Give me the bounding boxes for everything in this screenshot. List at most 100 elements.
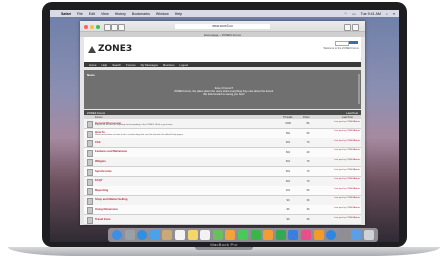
- forum-name[interactable]: Shop and Market Selling: [95, 197, 127, 201]
- minimize-window-button[interactable]: [90, 25, 94, 29]
- maps-icon[interactable]: [212, 230, 223, 240]
- menu-file[interactable]: File: [77, 12, 83, 16]
- dock: [108, 228, 378, 242]
- forum-row[interactable]: General Discussion A place for discussion…: [84, 119, 361, 129]
- forum-last-post[interactable]: Last post by ZONE3Admin: [324, 217, 360, 220]
- menubar-status-area: ◠ ▭ Tue 9:41 AM ⌕ ≡: [339, 10, 395, 17]
- forum-thread-count: 101: [285, 189, 291, 193]
- forum-folder-icon: [87, 130, 93, 138]
- forum-folder-icon: [87, 149, 93, 157]
- forum-post-count: 70: [306, 179, 310, 183]
- nav-search[interactable]: Search: [112, 63, 121, 67]
- menu-edit[interactable]: Edit: [89, 12, 95, 16]
- trash-icon[interactable]: [364, 230, 374, 240]
- forum-last-post[interactable]: Last post by ZONE3Admin: [324, 169, 360, 172]
- new-tab-button[interactable]: [352, 24, 359, 31]
- facetime-icon[interactable]: [250, 230, 261, 240]
- app-store-icon[interactable]: [326, 230, 337, 240]
- messages-icon[interactable]: [238, 230, 248, 240]
- finder-icon[interactable]: [112, 230, 122, 240]
- pages-icon[interactable]: [263, 230, 274, 240]
- forum-post-count: 50: [306, 189, 310, 193]
- reminders-icon[interactable]: [200, 230, 211, 240]
- itunes-icon[interactable]: [301, 230, 311, 240]
- forum-name[interactable]: Features and Mainmenu: [95, 149, 127, 153]
- forum-last-post[interactable]: Last post by ZONE3Admin: [324, 149, 360, 152]
- forum-last-post[interactable]: Last post by ZONE3Admin: [324, 197, 360, 200]
- contacts-icon[interactable]: [162, 230, 173, 240]
- system-preferences-icon[interactable]: [338, 230, 349, 240]
- forum-last-post[interactable]: Last post by ZONE3Admin: [324, 159, 360, 162]
- forum-name[interactable]: Widgets: [95, 159, 106, 163]
- news-scrollbar[interactable]: [358, 74, 360, 104]
- menu-help[interactable]: Help: [175, 12, 182, 16]
- forum-name[interactable]: Travel Zone: [95, 217, 111, 221]
- forum-last-post[interactable]: Last post by ZONE3Admin: [324, 121, 360, 124]
- forward-button[interactable]: [111, 24, 118, 31]
- menu-app-name[interactable]: Safari: [61, 12, 71, 16]
- forum-last-post[interactable]: Last post by ZONE3Admin: [324, 140, 360, 143]
- forum-last-post[interactable]: Last post by ZONE3Admin: [324, 130, 360, 133]
- nav-my-messages[interactable]: My Messages: [141, 63, 158, 67]
- nav-home[interactable]: Home: [89, 63, 96, 67]
- forum-folder-icon: [87, 197, 93, 205]
- forum-name[interactable]: Synchronize: [95, 169, 112, 173]
- forum-thread-count: 301: [285, 170, 291, 173]
- menu-history[interactable]: History: [115, 12, 126, 16]
- forum-row[interactable]: How To Share instructions on how to do a …: [84, 128, 361, 139]
- share-button[interactable]: [344, 24, 351, 31]
- forum-row[interactable]: Using Dimension 90 30 Last post by ZONE3Adm…: [84, 205, 361, 216]
- forum-row[interactable]: Reporting 101 50 Last post by ZONE3Admin: [84, 186, 361, 197]
- laptop-brand-label: MacBook Pro: [210, 242, 238, 247]
- calendar-icon[interactable]: [175, 230, 185, 240]
- launchpad-icon[interactable]: [124, 230, 135, 240]
- forum-last-post[interactable]: Last post by ZONE3Admin: [324, 207, 360, 210]
- menu-view[interactable]: View: [101, 12, 109, 16]
- battery-icon[interactable]: ▭: [352, 12, 355, 16]
- login-input[interactable]: [335, 41, 349, 46]
- menu-window[interactable]: Window: [156, 12, 169, 16]
- forum-thread-count: 90: [286, 218, 290, 221]
- notes-icon[interactable]: [187, 230, 198, 240]
- login-button[interactable]: [349, 41, 358, 44]
- nav-help[interactable]: Help: [101, 63, 107, 67]
- sidebar-toggle-button[interactable]: [118, 24, 125, 31]
- nav-members[interactable]: Members: [163, 63, 175, 67]
- forum-folder-icon: [87, 169, 93, 176]
- forum-row[interactable]: Features and Mainmenu 301 40 Last post by Z…: [84, 147, 361, 158]
- forum-row[interactable]: Chit 301 70 Last post by ZONE3Admin: [84, 138, 361, 149]
- safari-icon[interactable]: [137, 230, 148, 240]
- keynote-icon[interactable]: [288, 230, 299, 240]
- photos-icon[interactable]: [225, 230, 236, 240]
- forum-name[interactable]: FAQY: [95, 178, 103, 182]
- address-bar[interactable]: www.zone3.co: [175, 24, 270, 29]
- site-logo[interactable]: ZONE3: [98, 44, 132, 54]
- numbers-icon[interactable]: [275, 230, 286, 240]
- menu-bookmarks[interactable]: Bookmarks: [132, 12, 150, 16]
- forum-post-count: 30: [306, 208, 310, 212]
- zoom-window-button[interactable]: [96, 25, 100, 29]
- search-icon[interactable]: ⌕: [386, 12, 388, 16]
- ibooks-icon[interactable]: [313, 230, 324, 240]
- forum-row[interactable]: Shop and Market Selling 90 30 Last post by …: [84, 195, 361, 206]
- forum-row[interactable]: Synchronize 301 70 Last post by ZONE3Admin: [84, 167, 361, 177]
- forum-name[interactable]: Reporting: [95, 188, 108, 192]
- mail-icon[interactable]: [149, 230, 160, 240]
- wifi-icon[interactable]: ◠: [344, 12, 347, 16]
- forum-name[interactable]: Chit: [95, 140, 100, 144]
- back-button[interactable]: [104, 24, 111, 31]
- forum-folder-icon: [87, 159, 93, 167]
- forum-last-post[interactable]: Last post by ZONE3Admin: [324, 188, 360, 191]
- forum-last-post[interactable]: Last post by ZONE3Admin: [324, 178, 360, 181]
- forum-row[interactable]: Travel Zone 90 30 Last post by ZONE3Admin: [84, 215, 361, 225]
- nav-forums[interactable]: Forums: [126, 63, 135, 67]
- forum-row[interactable]: Widgets 301 70 Last post by ZONE3Admin: [84, 157, 361, 168]
- forum-row[interactable]: FAQY 301 70 Last post by ZONE3Admin: [84, 176, 361, 187]
- forum-post-count: 30: [306, 198, 310, 202]
- menubar-clock[interactable]: Tue 9:41 AM: [361, 12, 381, 16]
- nav-logout[interactable]: Logout: [180, 63, 189, 67]
- menu-list-icon[interactable]: ≡: [393, 12, 395, 16]
- forum-name[interactable]: Using Dimension: [95, 207, 118, 211]
- downloads-icon[interactable]: [351, 230, 362, 240]
- close-window-button[interactable]: [84, 25, 88, 29]
